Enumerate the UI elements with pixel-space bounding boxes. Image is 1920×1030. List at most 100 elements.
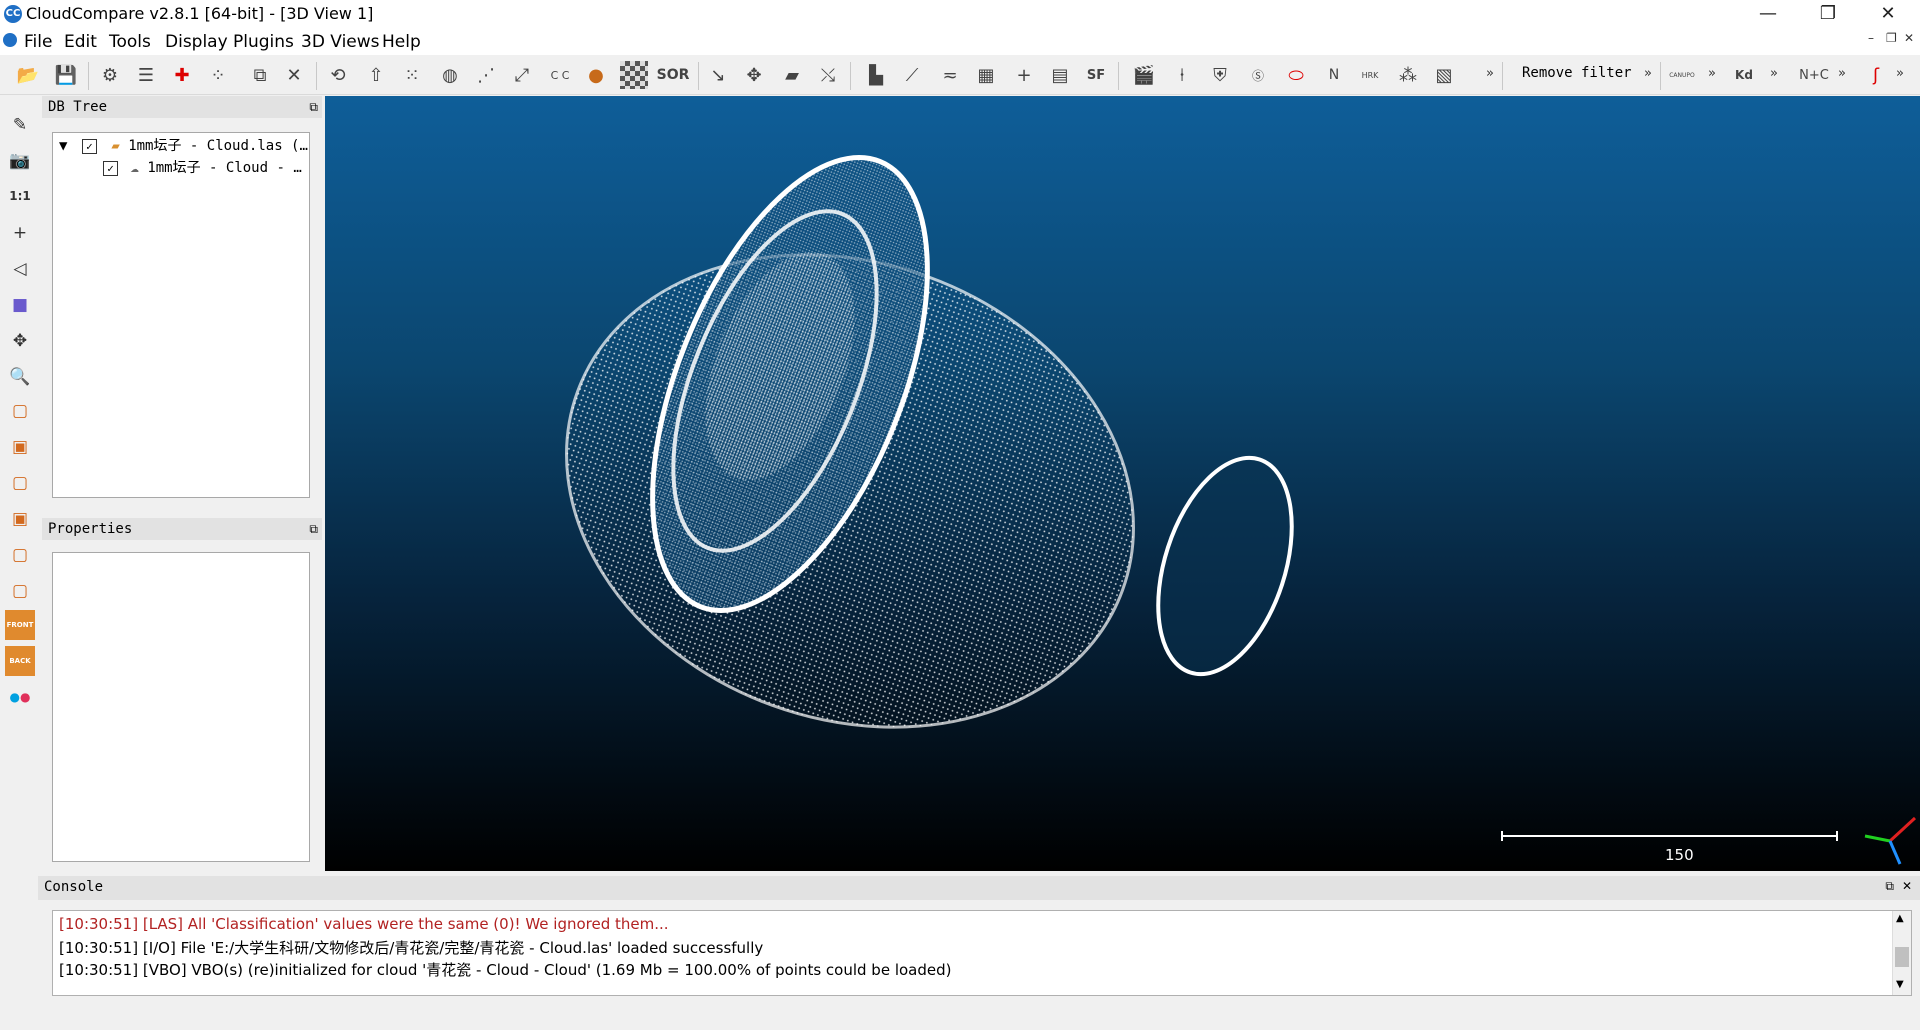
sor-icon[interactable]: SOR [656, 61, 690, 89]
sf-circle-icon[interactable]: Ⓢ [1244, 61, 1272, 89]
scale-icon[interactable]: ⤢ [508, 61, 536, 89]
cloud-icon: ☁ [130, 160, 139, 176]
menu-edit[interactable]: Edit [64, 32, 97, 52]
3d-view[interactable]: 150 [325, 96, 1920, 871]
mdi-restore-icon[interactable]: ❐ [1886, 31, 1897, 45]
filter-icon[interactable]: ▦ [972, 61, 1000, 89]
view-back-icon[interactable]: ▣ [5, 504, 35, 534]
histogram-icon[interactable]: ▙ [862, 61, 890, 89]
checkbox-icon[interactable]: ✓ [103, 160, 118, 176]
plane-icon[interactable]: ▰ [778, 61, 806, 89]
toolbar-more-4[interactable]: » [1770, 66, 1778, 81]
cc-icon[interactable]: C C [546, 61, 574, 89]
console-scrollbar[interactable]: ▲ ▼ [1892, 911, 1911, 995]
view-bottom-icon[interactable]: ▢ [5, 576, 35, 606]
view-top-icon[interactable]: ▢ [5, 396, 35, 426]
nc-icon[interactable]: N+C [1796, 61, 1832, 89]
shield-icon[interactable]: ⛨ [1206, 61, 1234, 89]
minimize-button[interactable]: — [1740, 0, 1796, 28]
global-shift-icon[interactable]: ⚙ [96, 61, 124, 89]
zoom-icon[interactable]: 🔍 [5, 362, 35, 392]
hrk-icon[interactable]: HRK [1356, 61, 1384, 89]
scroll-thumb[interactable] [1895, 947, 1909, 967]
toolbar-more-3[interactable]: » [1708, 66, 1716, 81]
sample-icon[interactable]: ⟲ [324, 61, 352, 89]
pick-icon[interactable]: ↘ [704, 61, 732, 89]
calc-icon[interactable]: ▤ [1046, 61, 1074, 89]
toolbar-more-6[interactable]: » [1896, 66, 1904, 81]
canupo-icon[interactable]: CANUPO [1668, 61, 1696, 89]
tree-item-folder[interactable]: ▼ ✓ ▰ 1mm坛子 - Cloud.las (… [59, 135, 308, 155]
align-icon[interactable]: ⤯ [814, 61, 842, 89]
add-sf-icon[interactable]: + [1010, 61, 1038, 89]
sf-icon[interactable]: SF [1082, 61, 1110, 89]
dock-float-icon[interactable]: ⧉ [309, 518, 318, 540]
kd-icon[interactable]: Kd [1730, 61, 1758, 89]
qsrf-icon[interactable]: ʃ [1862, 61, 1890, 89]
pencil-icon[interactable]: ✎ [5, 110, 35, 140]
checkerboard-icon[interactable] [620, 61, 648, 89]
iso-front-button[interactable]: FRONT [5, 610, 35, 640]
db-tree-title: DB Tree [48, 99, 108, 115]
clone-icon[interactable]: ⧉ [246, 61, 274, 89]
list-icon[interactable]: ☰ [132, 61, 160, 89]
stats-icon[interactable]: ≂ [936, 61, 964, 89]
properties-panel [52, 552, 310, 862]
delete-icon[interactable]: ✕ [280, 61, 308, 89]
bunny-icon[interactable]: ● [582, 61, 610, 89]
menu-display[interactable]: Display [165, 32, 228, 52]
scroll-up-icon[interactable]: ▲ [1896, 913, 1904, 924]
iso-back-button[interactable]: BACK [5, 646, 35, 676]
dock-float-icon[interactable]: ⧉ [309, 96, 318, 118]
folder-icon: ▰ [111, 138, 120, 154]
zoom-one-to-one-button[interactable]: 1:1 [5, 181, 35, 211]
save-icon[interactable]: 💾 [52, 61, 80, 89]
restore-button[interactable]: ❐ [1800, 0, 1856, 28]
menu-tools[interactable]: Tools [109, 32, 151, 52]
pivot-icon[interactable]: + [5, 218, 35, 248]
clapper-icon[interactable]: 🎬 [1130, 61, 1158, 89]
tree-item-cloud[interactable]: ✓ ☁ 1mm坛子 - Cloud - … [103, 157, 302, 177]
dock-float-icon[interactable]: ⧉ [1885, 879, 1894, 894]
open-icon[interactable]: 📂 [14, 61, 42, 89]
point-cloud-render [565, 155, 1917, 865]
menu-help[interactable]: Help [382, 32, 421, 52]
points-icon[interactable]: ⁘ [204, 61, 232, 89]
toolbar-more-1[interactable]: » [1486, 66, 1494, 81]
remove-filter-button[interactable]: Remove filter [1522, 65, 1632, 81]
subsample-icon[interactable]: ⁙ [398, 61, 426, 89]
menu-plugins[interactable]: Plugins [233, 32, 294, 52]
mdi-minimize-icon[interactable]: – [1868, 31, 1874, 45]
menu-file[interactable]: File [24, 32, 52, 52]
m3c2-icon[interactable]: ⁂ [1394, 61, 1422, 89]
pan-icon[interactable]: ✥ [5, 326, 35, 356]
checkbox-icon[interactable]: ✓ [81, 138, 97, 154]
expand-arrow-icon[interactable]: ▼ [59, 138, 67, 154]
mdi-close-icon[interactable]: ✕ [1904, 31, 1914, 45]
stereo-icon[interactable]: ● ● [5, 682, 35, 712]
menu-3d-views[interactable]: 3D Views [301, 32, 380, 52]
scroll-down-icon[interactable]: ▼ [1896, 979, 1904, 990]
normals-icon[interactable]: ⇧ [362, 61, 390, 89]
brush-icon[interactable]: ⍿ [1168, 61, 1196, 89]
cube-icon[interactable]: ■ [5, 290, 35, 320]
segment-icon[interactable]: ⋰ [472, 61, 500, 89]
toolbar-more-2[interactable]: » [1644, 66, 1652, 81]
close-icon[interactable]: ✕ [1902, 879, 1912, 893]
ellipse-icon[interactable]: ⬭ [1282, 61, 1310, 89]
translate-icon[interactable]: ✚ [168, 61, 196, 89]
console-line: [10:30:51] [I/O] File 'E:/大学生科研/文物修改后/青花… [59, 939, 764, 957]
close-button[interactable]: ✕ [1860, 0, 1916, 28]
move-icon[interactable]: ✥ [740, 61, 768, 89]
north-icon[interactable]: N [1320, 61, 1348, 89]
mesh-icon[interactable]: ◍ [436, 61, 464, 89]
camera-icon[interactable]: 📷 [5, 146, 35, 176]
view-right-icon[interactable]: ▢ [5, 540, 35, 570]
view-left-icon[interactable]: ▢ [5, 468, 35, 498]
view-front-icon[interactable]: ▣ [5, 432, 35, 462]
perspective-icon[interactable]: ◁ [5, 254, 35, 284]
console-header: Console ⧉ ✕ [38, 876, 1920, 900]
graph-icon[interactable]: ⟋ [898, 61, 926, 89]
pcv-icon[interactable]: ▧ [1430, 61, 1458, 89]
toolbar-more-5[interactable]: » [1838, 66, 1846, 81]
